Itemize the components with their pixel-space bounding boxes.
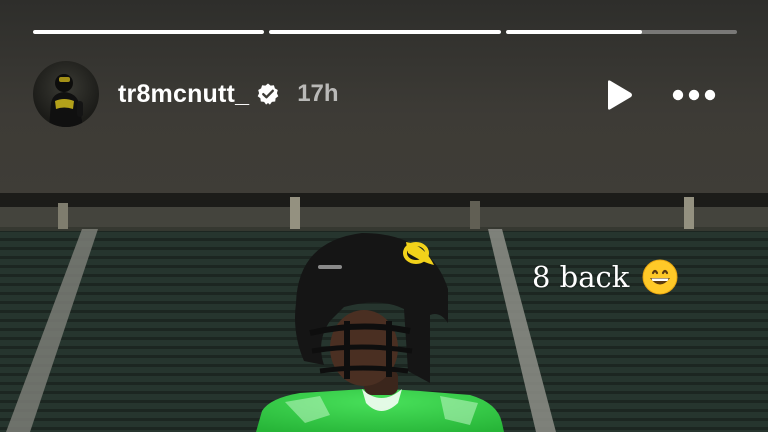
stadium-photo xyxy=(0,193,768,432)
story-caption: 8 back xyxy=(532,258,679,296)
story-header: tr8mcnutt_ 17h xyxy=(0,0,768,193)
avatar[interactable] xyxy=(33,61,99,127)
progress-segment-1 xyxy=(33,30,265,34)
play-icon xyxy=(608,80,632,110)
story-user-row: tr8mcnutt_ 17h xyxy=(33,61,339,127)
progress-fill-2 xyxy=(269,30,501,34)
caption-text: 8 back xyxy=(532,260,630,294)
story-progress-bars xyxy=(33,30,737,34)
avatar-player-silhouette xyxy=(49,74,83,127)
grinning-face-emoji-icon xyxy=(642,259,678,295)
progress-segment-2 xyxy=(269,30,501,34)
post-time: 17h xyxy=(297,80,339,107)
play-button[interactable] xyxy=(601,78,635,112)
progress-fill-1 xyxy=(33,30,265,34)
more-options-button[interactable] xyxy=(670,85,718,105)
progress-segment-3 xyxy=(505,30,737,34)
progress-fill-3 xyxy=(505,30,643,34)
username[interactable]: tr8mcnutt_ xyxy=(118,80,249,109)
story-viewer: tr8mcnutt_ 17h 8 back xyxy=(0,0,768,432)
story-photo[interactable] xyxy=(0,193,768,432)
verified-badge-icon xyxy=(256,82,280,106)
more-options-icon xyxy=(672,89,716,101)
